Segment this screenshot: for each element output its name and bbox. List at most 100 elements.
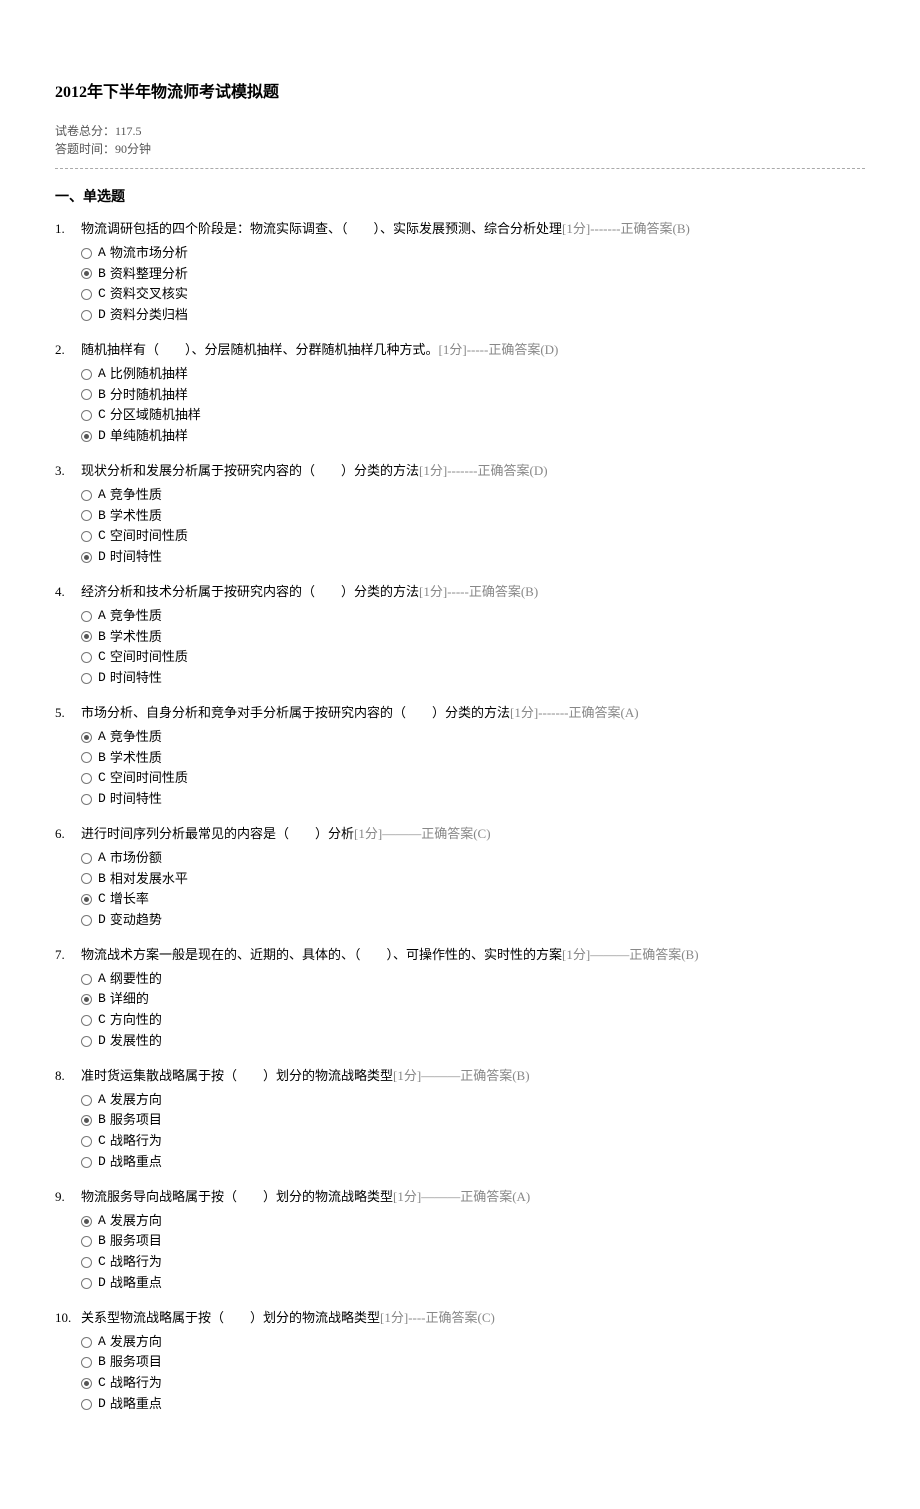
radio-icon[interactable]: [81, 652, 92, 663]
question-number: 8.: [55, 1066, 81, 1173]
option[interactable]: A 物流市场分析: [81, 243, 865, 264]
option[interactable]: A 纲要性的: [81, 969, 865, 990]
option[interactable]: C 空间时间性质: [81, 768, 865, 789]
radio-icon[interactable]: [81, 1236, 92, 1247]
option[interactable]: B 学术性质: [81, 506, 865, 527]
radio-icon[interactable]: [81, 1378, 92, 1389]
options-list: A 纲要性的B 详细的C 方向性的D 发展性的: [81, 969, 865, 1052]
radio-icon[interactable]: [81, 1095, 92, 1106]
option[interactable]: A 发展方向: [81, 1211, 865, 1232]
option[interactable]: D 单纯随机抽样: [81, 426, 865, 447]
option[interactable]: B 学术性质: [81, 627, 865, 648]
option[interactable]: A 竞争性质: [81, 727, 865, 748]
radio-icon[interactable]: [81, 1337, 92, 1348]
option[interactable]: D 发展性的: [81, 1031, 865, 1052]
radio-icon[interactable]: [81, 752, 92, 763]
option-label: A: [98, 1211, 106, 1232]
radio-icon[interactable]: [81, 732, 92, 743]
option[interactable]: D 战略重点: [81, 1152, 865, 1173]
radio-icon[interactable]: [81, 310, 92, 321]
option[interactable]: C 战略行为: [81, 1252, 865, 1273]
radio-icon[interactable]: [81, 1399, 92, 1410]
option-text: 空间时间性质: [110, 526, 188, 547]
question-stem: 进行时间序列分析最常见的内容是（ ）分析: [81, 826, 354, 841]
option[interactable]: B 服务项目: [81, 1110, 865, 1131]
option[interactable]: A 比例随机抽样: [81, 364, 865, 385]
radio-icon[interactable]: [81, 268, 92, 279]
radio-icon[interactable]: [81, 1036, 92, 1047]
option[interactable]: B 相对发展水平: [81, 869, 865, 890]
option[interactable]: D 资料分类归档: [81, 305, 865, 326]
question: 10.关系型物流战略属于按（ ）划分的物流战略类型[1分]----正确答案(C)…: [55, 1308, 865, 1415]
option[interactable]: C 空间时间性质: [81, 647, 865, 668]
radio-icon[interactable]: [81, 673, 92, 684]
option[interactable]: B 学术性质: [81, 748, 865, 769]
option[interactable]: C 战略行为: [81, 1373, 865, 1394]
option[interactable]: B 分时随机抽样: [81, 385, 865, 406]
radio-icon[interactable]: [81, 974, 92, 985]
question-text: 现状分析和发展分析属于按研究内容的（ ）分类的方法[1分]-------正确答案…: [81, 461, 865, 482]
option-text: 竞争性质: [110, 485, 162, 506]
radio-icon[interactable]: [81, 510, 92, 521]
option[interactable]: D 时间特性: [81, 547, 865, 568]
option[interactable]: C 空间时间性质: [81, 526, 865, 547]
option-label: B: [98, 506, 106, 527]
question: 9.物流服务导向战略属于按（ ）划分的物流战略类型[1分]———正确答案(A)A…: [55, 1187, 865, 1294]
radio-icon[interactable]: [81, 1357, 92, 1368]
radio-icon[interactable]: [81, 289, 92, 300]
option[interactable]: D 时间特性: [81, 789, 865, 810]
radio-icon[interactable]: [81, 531, 92, 542]
radio-icon[interactable]: [81, 431, 92, 442]
radio-icon[interactable]: [81, 369, 92, 380]
radio-icon[interactable]: [81, 1278, 92, 1289]
question: 1.物流调研包括的四个阶段是：物流实际调查、（ ）、实际发展预测、综合分析处理[…: [55, 219, 865, 326]
radio-icon[interactable]: [81, 1257, 92, 1268]
option[interactable]: D 战略重点: [81, 1394, 865, 1415]
option[interactable]: A 竞争性质: [81, 485, 865, 506]
option-text: 发展方向: [110, 1090, 162, 1111]
option[interactable]: C 分区域随机抽样: [81, 405, 865, 426]
option[interactable]: A 竞争性质: [81, 606, 865, 627]
radio-icon[interactable]: [81, 853, 92, 864]
radio-icon[interactable]: [81, 1136, 92, 1147]
option-label: C: [98, 768, 106, 789]
option[interactable]: C 资料交叉核实: [81, 284, 865, 305]
option-text: 方向性的: [110, 1010, 162, 1031]
option[interactable]: C 战略行为: [81, 1131, 865, 1152]
option[interactable]: B 服务项目: [81, 1231, 865, 1252]
radio-icon[interactable]: [81, 894, 92, 905]
option-text: 战略行为: [110, 1373, 162, 1394]
option[interactable]: C 方向性的: [81, 1010, 865, 1031]
radio-icon[interactable]: [81, 1157, 92, 1168]
option[interactable]: C 增长率: [81, 889, 865, 910]
radio-icon[interactable]: [81, 994, 92, 1005]
option[interactable]: B 详细的: [81, 989, 865, 1010]
radio-icon[interactable]: [81, 1015, 92, 1026]
option[interactable]: D 战略重点: [81, 1273, 865, 1294]
option[interactable]: A 发展方向: [81, 1332, 865, 1353]
radio-icon[interactable]: [81, 794, 92, 805]
question-text: 市场分析、自身分析和竞争对手分析属于按研究内容的（ ）分类的方法[1分]----…: [81, 703, 865, 724]
radio-icon[interactable]: [81, 631, 92, 642]
question: 5.市场分析、自身分析和竞争对手分析属于按研究内容的（ ）分类的方法[1分]--…: [55, 703, 865, 810]
radio-icon[interactable]: [81, 410, 92, 421]
radio-icon[interactable]: [81, 611, 92, 622]
radio-icon[interactable]: [81, 389, 92, 400]
option[interactable]: D 变动趋势: [81, 910, 865, 931]
option[interactable]: B 资料整理分析: [81, 264, 865, 285]
option[interactable]: D 时间特性: [81, 668, 865, 689]
radio-icon[interactable]: [81, 773, 92, 784]
radio-icon[interactable]: [81, 1216, 92, 1227]
question-number: 6.: [55, 824, 81, 931]
radio-icon[interactable]: [81, 873, 92, 884]
option[interactable]: B 服务项目: [81, 1352, 865, 1373]
radio-icon[interactable]: [81, 490, 92, 501]
answer-dashes: ———: [421, 1068, 460, 1083]
radio-icon[interactable]: [81, 552, 92, 563]
answer-dashes: -------: [447, 463, 477, 478]
radio-icon[interactable]: [81, 248, 92, 259]
radio-icon[interactable]: [81, 1115, 92, 1126]
option[interactable]: A 市场份额: [81, 848, 865, 869]
radio-icon[interactable]: [81, 915, 92, 926]
option[interactable]: A 发展方向: [81, 1090, 865, 1111]
